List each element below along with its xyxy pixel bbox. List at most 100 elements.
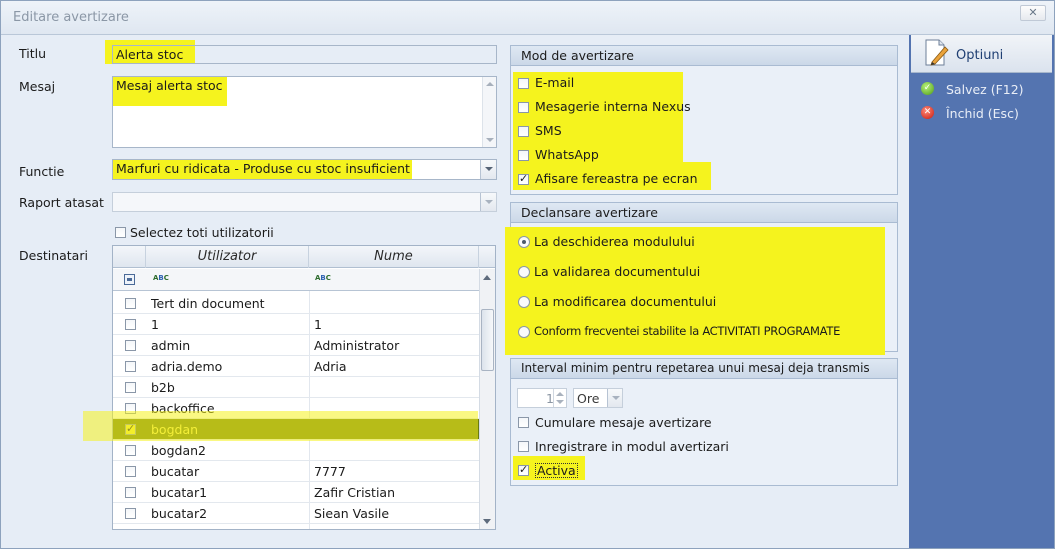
sms-checkbox[interactable] [518,126,529,137]
select-all-checkbox[interactable] [115,227,126,238]
table-row[interactable]: Tert din document [113,293,479,314]
close-button[interactable]: ✕ Închid (Esc) [921,106,1019,121]
titlu-value: Alerta stoc [116,47,184,62]
frecventa-radio[interactable] [518,326,530,338]
scroll-up-icon[interactable] [486,82,494,86]
scroll-down-icon[interactable] [486,138,494,142]
abc-filter-icon[interactable]: ABC [153,274,169,282]
row-checkbox[interactable] [125,445,136,456]
titlu-input[interactable]: Alerta stoc [112,45,497,64]
chevron-down-icon[interactable] [480,193,496,211]
window-title: Editare avertizare [13,10,129,25]
interval-value: 1 [546,391,554,406]
filter-row-checkbox-icon[interactable] [124,274,135,285]
declansare-title: Declansare avertizare [511,203,897,223]
table-row[interactable]: bucatar2 Siean Vasile [113,503,479,524]
table-row[interactable]: adria.demo Adria [113,356,479,377]
inregistrare-label: Inregistrare in modul avertizari [535,439,729,454]
row-user: bogdan [151,422,199,437]
row-name: Siean Vasile [314,506,390,521]
row-checkbox[interactable] [125,319,136,330]
activa-checkbox[interactable] [518,463,529,476]
afisare-checkbox[interactable] [518,172,529,185]
functie-select[interactable]: Marfuri cu ridicata - Produse cu stoc in… [112,159,497,180]
whatsapp-label: WhatsApp [535,147,599,162]
mesaj-scrollbar[interactable] [482,77,496,147]
users-grid: Utilizator Nume ABC ABC Tert din documen… [112,245,496,530]
mesagerie-checkbox[interactable] [518,102,529,113]
row-checkbox[interactable] [125,487,136,498]
table-row-selected[interactable]: bogdan [113,419,479,440]
options-sidebar: Optiuni ✓ Salvez (F12) ✕ Închid (Esc) [909,35,1054,548]
row-user: Tert din document [151,296,265,311]
email-label: E-mail [535,75,575,90]
table-row[interactable]: 11 [113,314,479,335]
interval-spinner[interactable]: 1 [517,388,567,408]
row-checkbox[interactable] [125,508,136,519]
row-checkbox[interactable] [125,403,136,414]
mesaj-textarea[interactable]: Mesaj alerta stoc [112,76,497,148]
mod-avertizare-panel: Mod de avertizare E-mail Mesagerie inter… [510,45,898,195]
row-user: backoffice [151,401,215,416]
scroll-up-icon[interactable] [483,275,491,280]
modificare-label: La modificarea documentului [534,294,717,309]
table-row[interactable]: bucatar1 Zafir Cristian [113,482,479,503]
cumulare-checkbox[interactable] [518,417,529,428]
row-name: Adria [314,359,347,374]
scroll-down-icon[interactable] [483,519,491,524]
title-bar: Editare avertizare ✕ [1,1,1054,35]
column-header-nume[interactable]: Nume [309,246,479,268]
cumulare-label: Cumulare mesaje avertizare [535,415,712,430]
row-name: Zafir Cristian [314,485,396,500]
chevron-down-icon[interactable] [607,389,622,407]
raport-select[interactable] [112,192,497,212]
whatsapp-checkbox[interactable] [518,150,529,161]
row-user: bucatar [151,464,200,479]
table-row[interactable]: b2b [113,377,479,398]
titlu-label: Titlu [19,46,47,61]
row-user: bucatar2 [151,506,208,521]
raport-label: Raport atasat [19,195,104,210]
interval-title: Interval minim pentru repetarea unui mes… [511,359,897,379]
validare-radio[interactable] [518,266,530,278]
row-user: admin [151,338,191,353]
column-header-utilizator[interactable]: Utilizator [146,246,309,268]
abc-filter-icon[interactable]: ABC [315,274,331,282]
interval-unit-value: Ore [577,391,600,406]
mesaj-label: Mesaj [19,79,56,94]
deschidere-radio[interactable] [518,236,530,248]
deschidere-label: La deschiderea modulului [534,234,695,249]
scroll-thumb[interactable] [481,309,494,371]
inregistrare-checkbox[interactable] [518,441,529,452]
spinner-arrows-icon[interactable] [553,389,566,407]
close-label: Închid (Esc) [946,106,1019,121]
email-checkbox[interactable] [518,78,529,89]
chevron-down-icon[interactable] [480,160,496,179]
interval-unit-select[interactable]: Ore [573,388,623,408]
check-icon: ✓ [921,82,934,95]
row-checkbox[interactable] [125,298,136,309]
grid-header-spacer [113,246,146,268]
row-checkbox[interactable] [125,382,136,393]
edit-document-icon [925,39,949,66]
row-checkbox[interactable] [125,422,136,435]
close-window-button[interactable]: ✕ [1020,5,1046,21]
destinatari-label: Destinatari [19,248,88,263]
row-checkbox[interactable] [125,340,136,351]
table-row[interactable]: backoffice [113,398,479,419]
modificare-radio[interactable] [518,296,530,308]
save-button[interactable]: ✓ Salvez (F12) [921,82,1024,97]
table-row[interactable]: bogdan2 [113,440,479,461]
table-row[interactable]: bucatar 7777 [113,461,479,482]
row-checkbox[interactable] [125,361,136,372]
close-icon: ✕ [921,106,934,119]
declansare-panel: Declansare avertizare La deschiderea mod… [505,202,898,355]
row-checkbox[interactable] [125,466,136,477]
mod-avertizare-title: Mod de avertizare [511,46,897,66]
select-all-label: Selectez toti utilizatorii [130,225,274,240]
row-name: 7777 [314,464,346,479]
table-row[interactable]: admin Administrator [113,335,479,356]
functie-value: Marfuri cu ridicata - Produse cu stoc in… [116,161,410,176]
grid-scrollbar[interactable] [479,269,495,529]
row-user: bogdan2 [151,443,206,458]
